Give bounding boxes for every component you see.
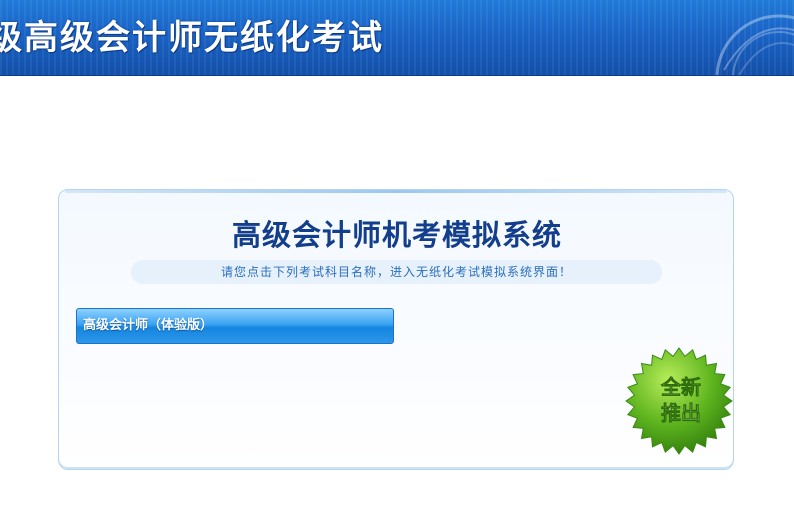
badge-text-line2: 推出 <box>661 401 701 425</box>
panel-top-highlight <box>65 190 727 193</box>
main-panel: 高级会计师机考模拟系统 请您点击下列考试科目名称，进入无纸化考试模拟系统界面！ … <box>58 189 734 470</box>
instruction-text: 请您点击下列考试科目名称，进入无纸化考试模拟系统界面！ <box>131 260 662 284</box>
badge-text-line1: 全新 <box>660 375 701 399</box>
new-launch-badge-icon: 全新 推出 <box>625 347 733 455</box>
globe-arc-graphic <box>715 14 794 75</box>
page-title: 高级会计师机考模拟系统 <box>231 218 562 252</box>
exam-subject-button[interactable]: 高级会计师（体验版） <box>76 308 394 344</box>
header-banner: 级高级会计师无纸化考试 <box>0 0 794 76</box>
banner-title: 级高级会计师无纸化考试 <box>0 18 384 58</box>
